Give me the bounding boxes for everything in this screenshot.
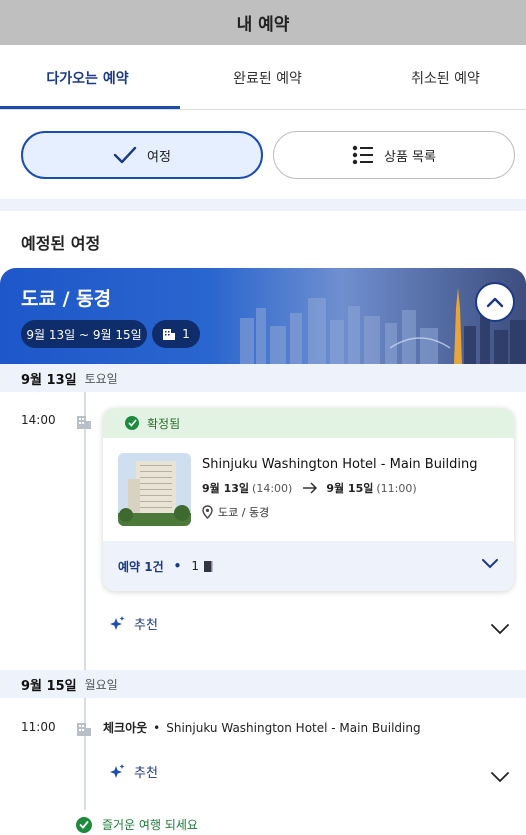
booking-summary-bar[interactable]: 예약 1건 • 1 — [103, 541, 514, 591]
tab-upcoming[interactable]: 다가오는 예약 — [0, 45, 175, 110]
day-weekday: 토요일 — [84, 371, 118, 386]
event-time: 11:00 — [21, 720, 56, 734]
building-icon — [162, 327, 176, 341]
checkout-event[interactable]: 체크아웃 • Shinjuku Washington Hotel - Main Bu… — [103, 719, 421, 736]
trip-city: 도쿄 / 동경 — [21, 288, 112, 310]
sparkle-icon — [108, 615, 126, 633]
day-weekday: 월요일 — [84, 677, 118, 692]
day-date: 9월 13일 — [21, 372, 77, 388]
arrow-right-icon — [302, 482, 318, 494]
booking-tabs: 다가오는 예약 완료된 예약 취소된 예약 — [0, 45, 526, 110]
stay-dates: 9월 13일 (14:00) 9월 15일 (11:00) — [202, 480, 417, 496]
chevron-up-icon — [486, 296, 504, 308]
checkout-hotel-name: Shinjuku Washington Hotel - Main Buildin… — [166, 721, 421, 735]
chevron-down-icon[interactable] — [482, 558, 498, 572]
separator-dot: • — [153, 721, 161, 735]
trip-room-badge: 1 — [152, 320, 200, 348]
active-tab-indicator — [0, 106, 180, 109]
checkmark-icon — [113, 146, 137, 164]
day-header: 9월 13일 토요일 — [0, 364, 526, 392]
checkout-label: 체크아웃 — [103, 721, 148, 735]
event-time: 14:00 — [21, 413, 56, 427]
trip-end-message: 즐거운 여행 되세요 — [76, 816, 198, 833]
product-list-view-label: 상품 목록 — [384, 149, 436, 165]
room-count: 1 — [191, 559, 213, 573]
recommend-label: 추천 — [134, 766, 158, 781]
enjoy-message-text: 즐거운 여행 되세요 — [102, 818, 198, 832]
hotel-building-icon — [76, 414, 92, 430]
check-circle-icon — [125, 416, 139, 430]
status-label: 확정됨 — [147, 416, 181, 431]
page-title: 내 예약 — [236, 15, 290, 35]
tab-cancelled[interactable]: 취소된 예약 — [358, 45, 526, 110]
checkout-time: (11:00) — [376, 481, 417, 495]
checkin-time: (14:00) — [252, 481, 293, 495]
product-list-view-button[interactable]: 상품 목록 — [273, 131, 515, 179]
trip-banner[interactable]: 도쿄 / 동경 9월 13일 ~ 9월 15일 1 — [0, 268, 526, 365]
itinerary-view-label: 여정 — [147, 149, 171, 165]
location-pin-icon — [202, 505, 213, 519]
recommend-row[interactable]: 추천 — [108, 762, 158, 781]
timeline-line — [84, 392, 86, 670]
section-title: 예정된 여정 — [21, 234, 101, 253]
chevron-down-icon[interactable] — [491, 620, 509, 639]
checkout-date: 9월 15일 — [326, 482, 374, 495]
separator-dot: • — [173, 559, 182, 573]
section-divider — [0, 199, 526, 211]
itinerary-view-button[interactable]: 여정 — [21, 131, 263, 179]
status-badge: 확정됨 — [103, 408, 514, 438]
trip-date-range: 9월 13일 ~ 9월 15일 — [21, 320, 147, 348]
hotel-photo — [118, 453, 191, 526]
checkin-date: 9월 13일 — [202, 482, 250, 495]
door-icon — [203, 560, 213, 573]
app-header: 내 예약 — [0, 0, 526, 45]
recommend-label: 추천 — [134, 618, 158, 633]
booking-card[interactable]: 확정됨 Shinjuku Washington Hotel - Main Bui… — [103, 408, 514, 591]
hotel-building-icon — [76, 721, 92, 737]
day-date: 9월 15일 — [21, 678, 77, 694]
check-circle-icon — [76, 816, 92, 833]
collapse-button[interactable] — [475, 282, 515, 322]
timeline-line — [84, 698, 86, 810]
sparkle-icon — [108, 763, 126, 781]
location-label: 도쿄 / 동경 — [218, 506, 270, 519]
room-count-value: 1 — [191, 559, 199, 573]
hotel-location: 도쿄 / 동경 — [202, 504, 269, 520]
hotel-name: Shinjuku Washington Hotel - Main Buildin… — [202, 457, 478, 472]
trip-room-count: 1 — [182, 327, 190, 341]
reservation-count: 예약 1건 — [118, 559, 164, 574]
tab-completed[interactable]: 완료된 예약 — [180, 45, 355, 110]
list-icon — [352, 145, 374, 165]
chevron-down-icon[interactable] — [491, 768, 509, 787]
recommend-row[interactable]: 추천 — [108, 614, 158, 633]
day-header: 9월 15일 월요일 — [0, 670, 526, 698]
